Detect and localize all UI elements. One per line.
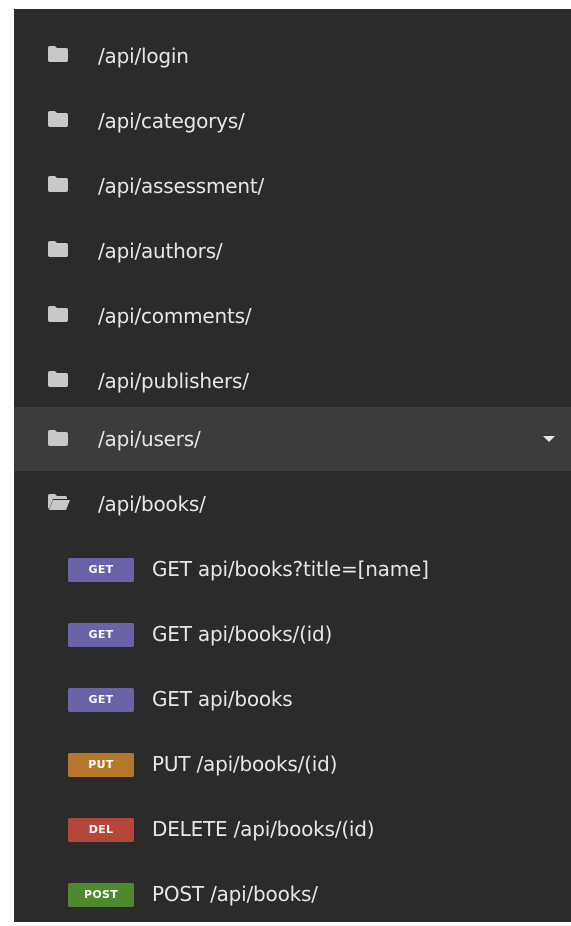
folder-row-assessment[interactable]: /api/assessment/ [14, 154, 571, 218]
folder-label: /api/categorys/ [98, 109, 245, 133]
request-row[interactable]: GET GET api/books?title=[name] [14, 537, 571, 601]
request-label: DELETE /api/books/(id) [152, 817, 375, 841]
folder-row-comments[interactable]: /api/comments/ [14, 284, 571, 348]
folder-closed-icon [48, 430, 68, 446]
request-row[interactable]: GET GET api/books/(id) [14, 602, 571, 666]
folder-closed-icon [48, 111, 68, 127]
folder-label: /api/assessment/ [98, 174, 265, 198]
request-label: POST /api/books/ [152, 882, 318, 906]
folder-row-login[interactable]: /api/login [14, 24, 571, 88]
request-label: GET api/books/(id) [152, 622, 333, 646]
request-row[interactable]: PUT PUT /api/books/(id) [14, 732, 571, 796]
caret-down-icon[interactable] [543, 436, 555, 442]
folder-label: /api/books/ [98, 492, 206, 516]
request-label: PUT /api/books/(id) [152, 752, 338, 776]
folder-closed-icon [48, 241, 68, 257]
request-label: GET api/books [152, 687, 293, 711]
request-tree-sidebar: /api/login /api/categorys/ /api/assessme… [14, 9, 571, 922]
folder-closed-icon [48, 306, 68, 322]
folder-row-publishers[interactable]: /api/publishers/ [14, 349, 571, 413]
folder-closed-icon [48, 46, 68, 62]
post-method-badge: POST [68, 883, 134, 907]
folder-closed-icon [48, 176, 68, 192]
folder-label: /api/comments/ [98, 304, 252, 328]
request-label: GET api/books?title=[name] [152, 557, 429, 581]
folder-label: /api/authors/ [98, 239, 223, 263]
get-method-badge: GET [68, 558, 134, 582]
request-row[interactable]: POST POST /api/books/ [14, 862, 571, 926]
folder-row-categorys[interactable]: /api/categorys/ [14, 89, 571, 153]
folder-open-icon [48, 494, 70, 510]
folder-row-books[interactable]: /api/books/ [14, 472, 571, 536]
folder-closed-icon [48, 371, 68, 387]
folder-label: /api/users/ [98, 427, 201, 451]
folder-row-authors[interactable]: /api/authors/ [14, 219, 571, 283]
request-row[interactable]: GET GET api/books [14, 667, 571, 731]
request-row[interactable]: DEL DELETE /api/books/(id) [14, 797, 571, 861]
folder-label: /api/publishers/ [98, 369, 249, 393]
delete-method-badge: DEL [68, 818, 134, 842]
get-method-badge: GET [68, 688, 134, 712]
folder-row-users[interactable]: /api/users/ [14, 407, 571, 471]
folder-label: /api/login [98, 44, 189, 68]
get-method-badge: GET [68, 623, 134, 647]
put-method-badge: PUT [68, 753, 134, 777]
